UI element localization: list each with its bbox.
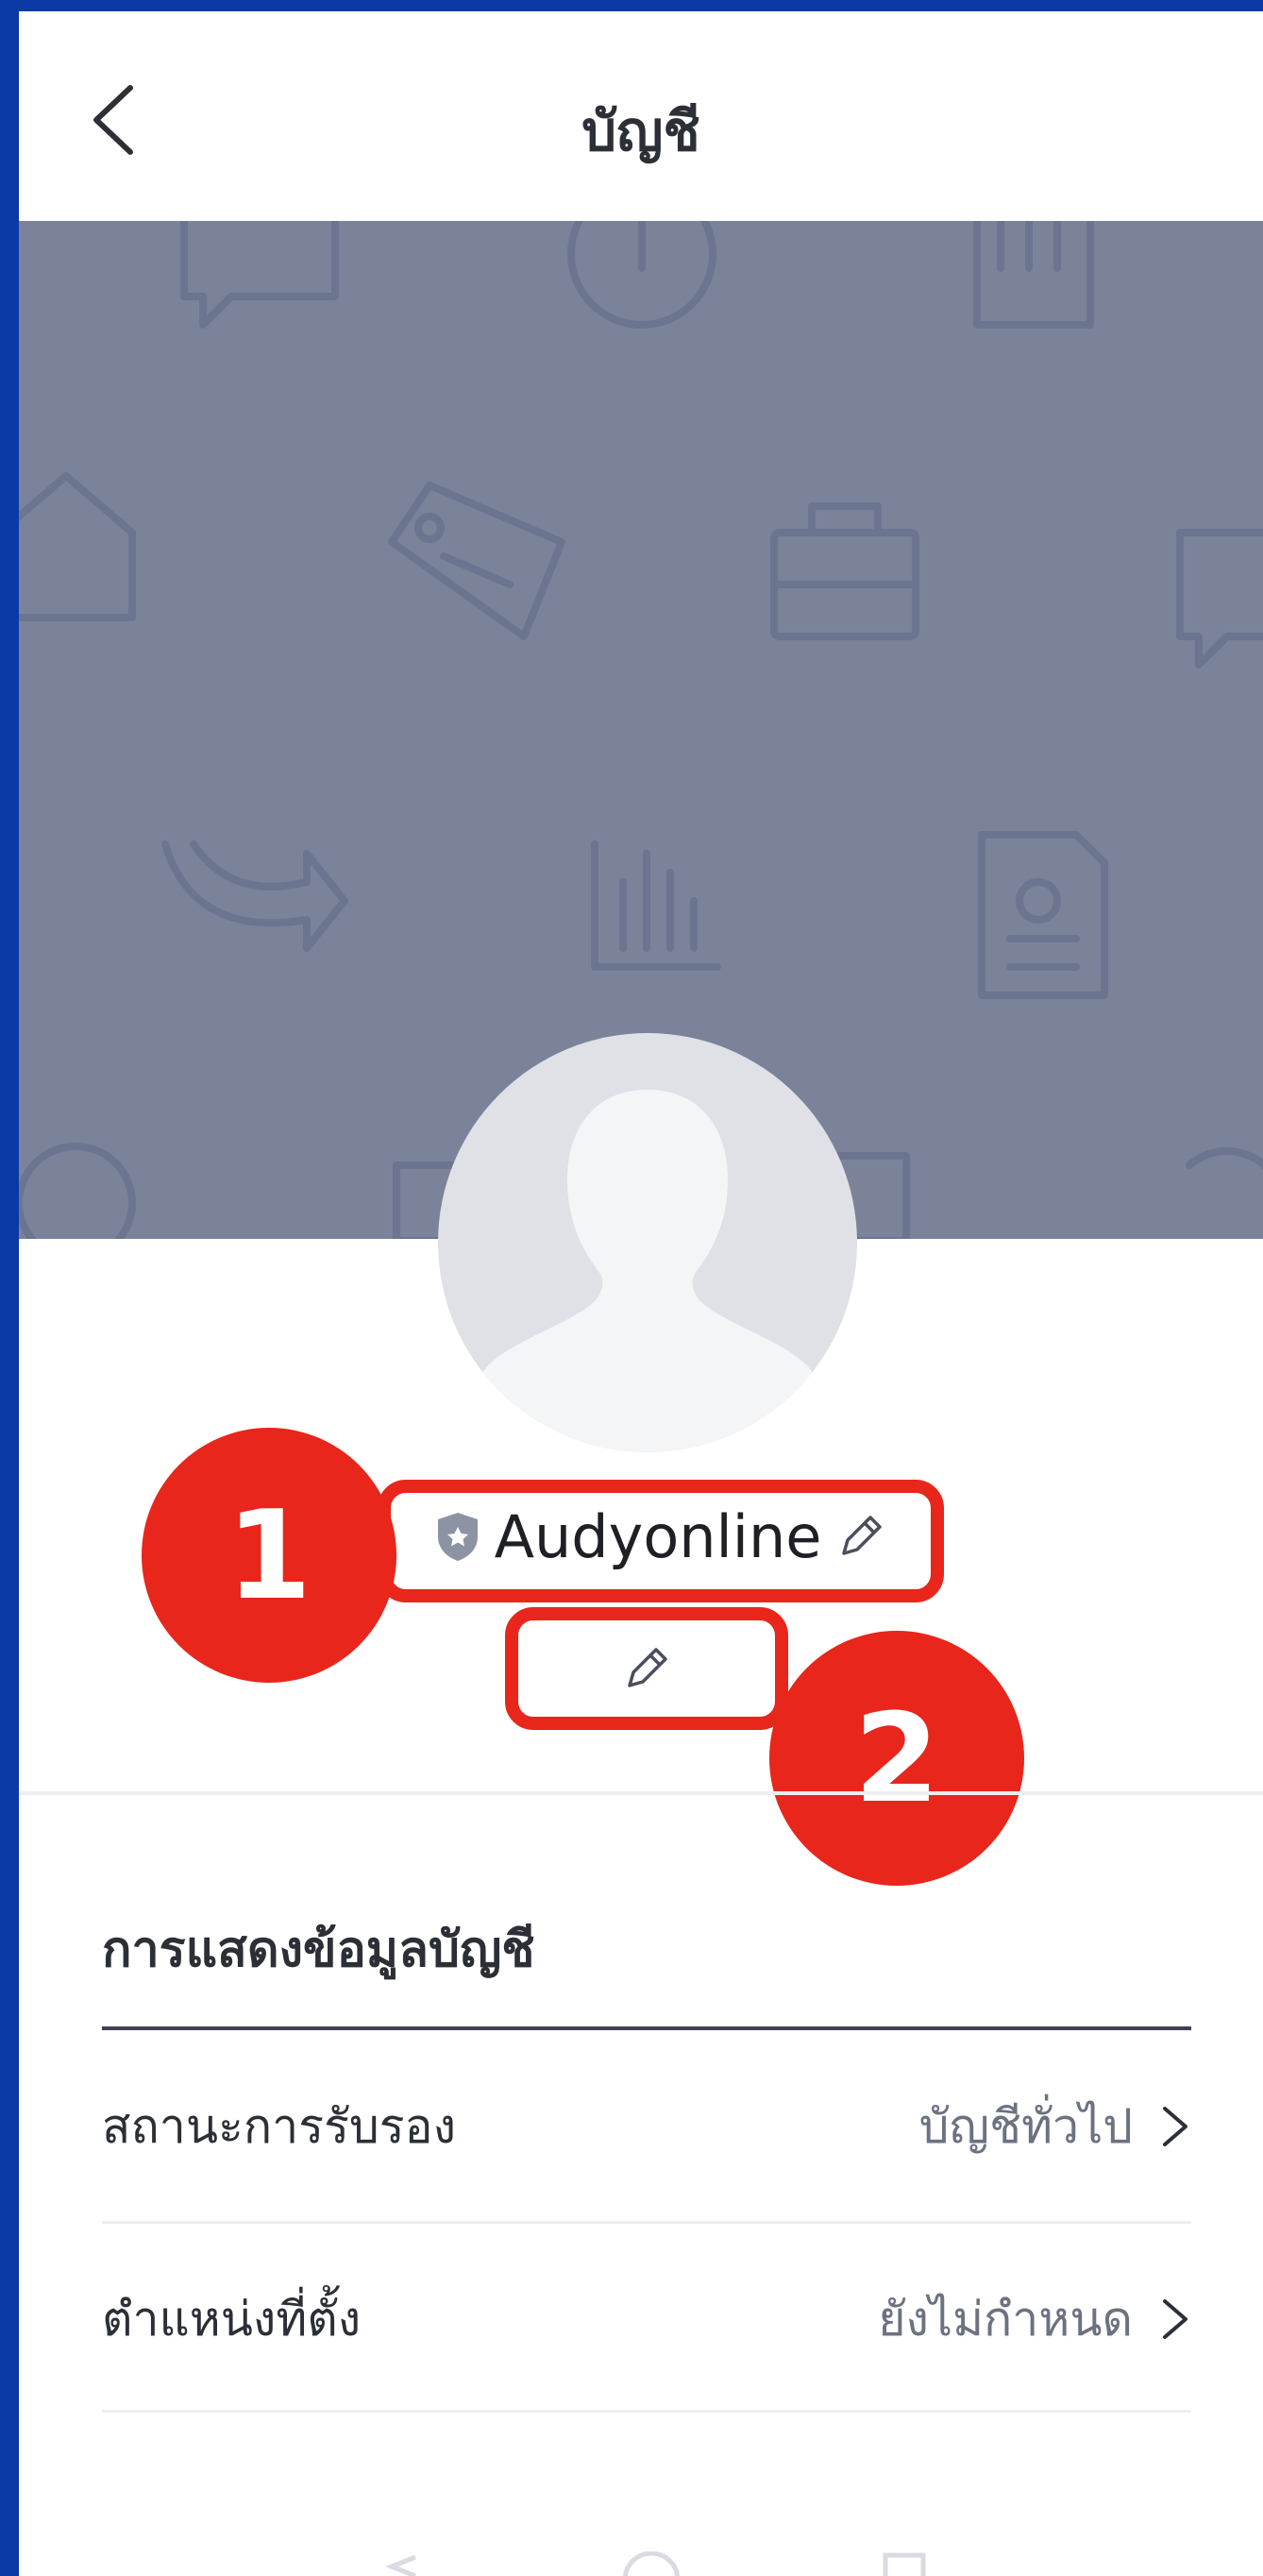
- account-screen: บัญชี Audyonline 1 2 การแสดงข้อมูลบัญชี …: [19, 11, 1263, 2576]
- person-silhouette-icon: [468, 1090, 827, 1452]
- profile-avatar[interactable]: [438, 1033, 857, 1452]
- location-row[interactable]: ตำแหน่งที่ตั้ง ยังไม่กำหนด: [102, 2225, 1191, 2414]
- top-bar: บัญชี: [19, 11, 1263, 221]
- chevron-right-icon: [1163, 2299, 1187, 2339]
- section-divider: [19, 1791, 1263, 1795]
- row-divider: [102, 2221, 1191, 2224]
- annotation-badge-1: 1: [142, 1428, 396, 1683]
- section-underline: [102, 2026, 1191, 2030]
- row-value: บัญชีทั่วไป: [918, 2098, 1133, 2154]
- chevron-right-icon: [1163, 2107, 1187, 2146]
- row-label: สถานะการรับรอง: [102, 2098, 456, 2154]
- row-right: บัญชีทั่วไป: [919, 2090, 1191, 2164]
- row-label: ตำแหน่งที่ตั้ง: [102, 2291, 362, 2347]
- row-value: ยังไม่กำหนด: [878, 2291, 1133, 2347]
- highlight-box-status: [505, 1607, 788, 1730]
- highlight-box-name: [378, 1480, 944, 1602]
- annotation-badge-2: 2: [769, 1631, 1024, 1886]
- row-right: ยังไม่กำหนด: [878, 2282, 1191, 2357]
- system-nav-bar: [385, 2551, 926, 2576]
- verification-status-row[interactable]: สถานะการรับรอง บัญชีทั่วไป: [102, 2032, 1191, 2221]
- row-divider: [102, 2410, 1191, 2413]
- page-title: บัญชี: [581, 99, 700, 163]
- section-title: การแสดงข้อมูลบัญชี: [102, 1922, 535, 1978]
